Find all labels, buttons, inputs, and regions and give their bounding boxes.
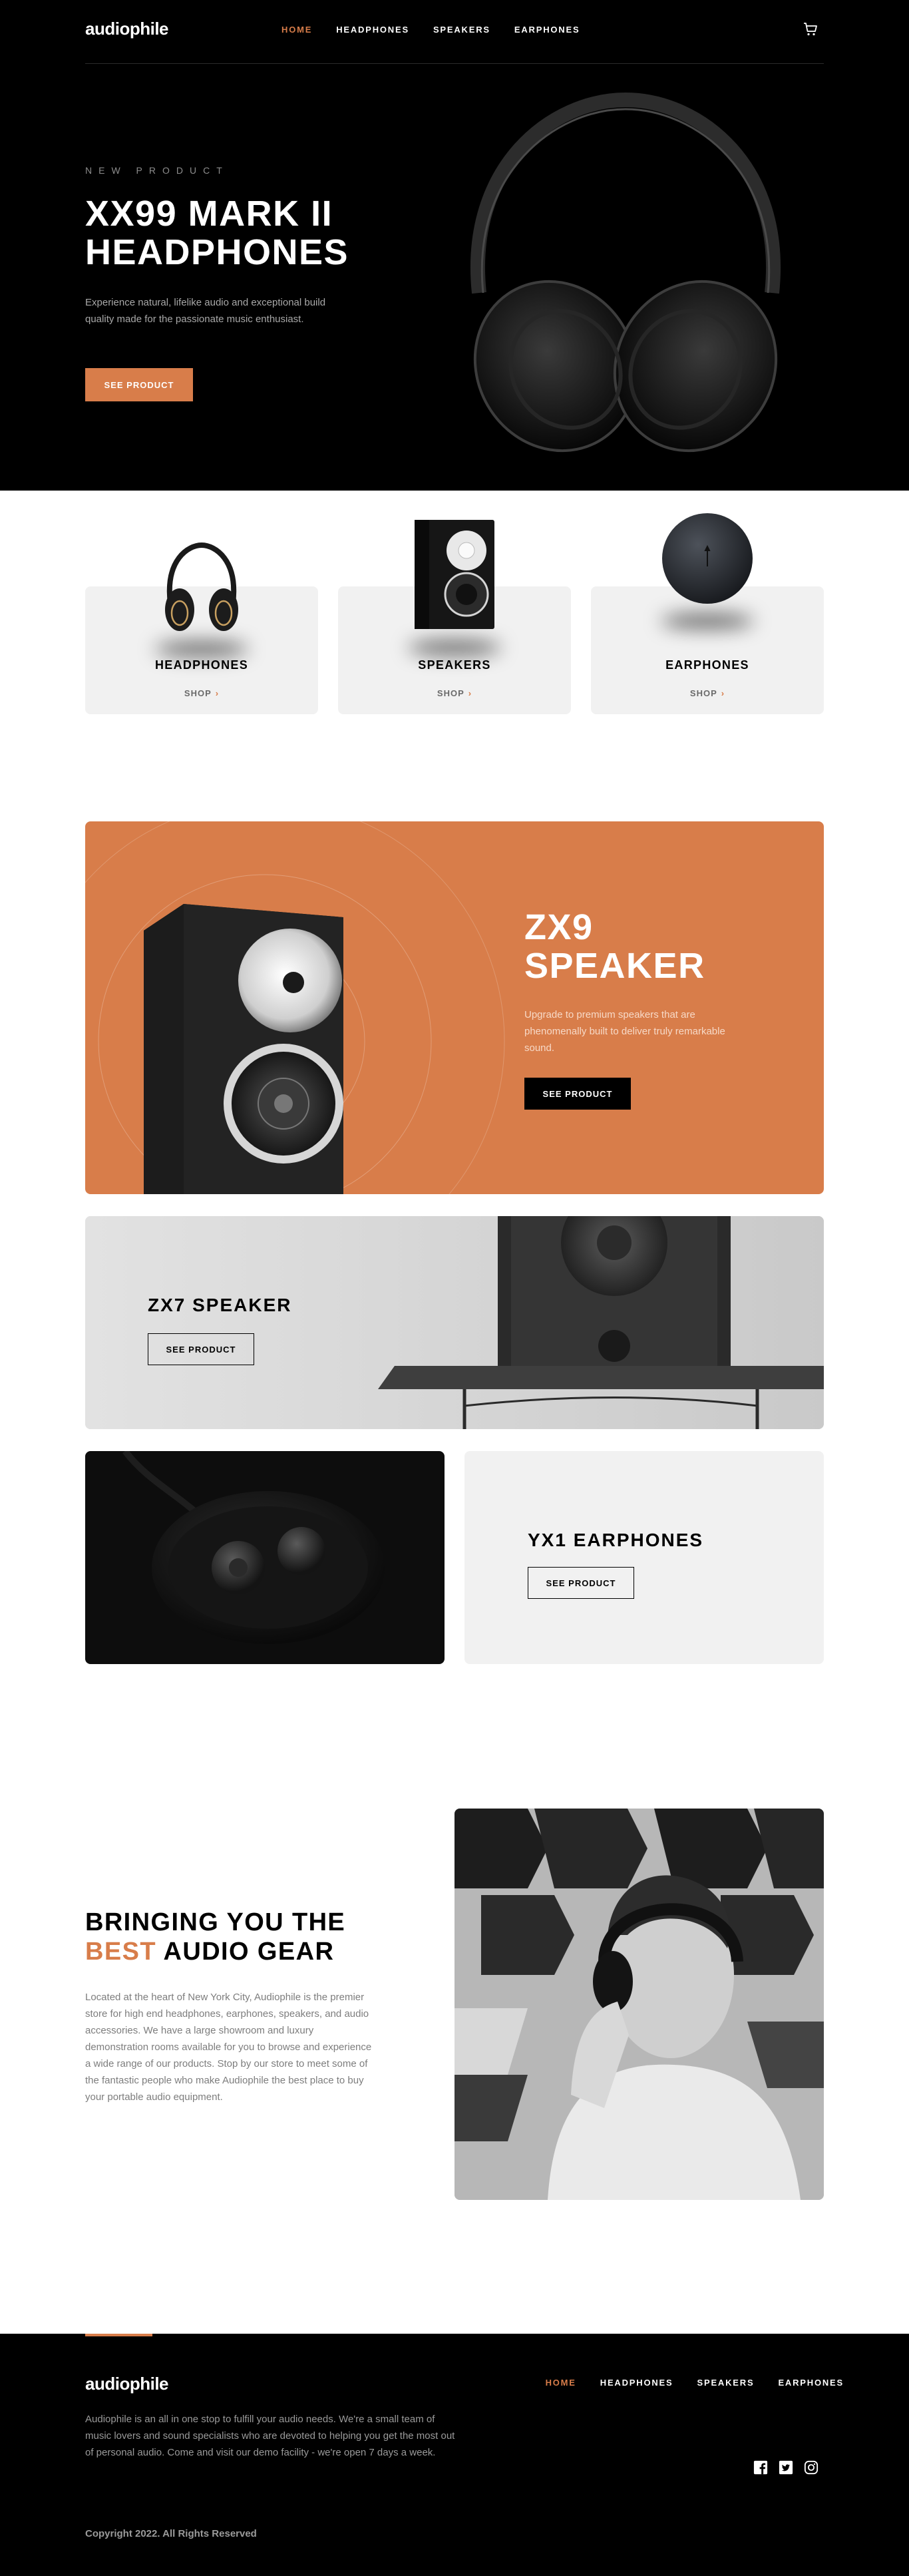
hero-description: Experience natural, lifelike audio and e… [85, 297, 326, 325]
social-links [753, 2460, 818, 2475]
cart-icon[interactable] [803, 21, 818, 37]
about-title-post: AUDIO GEAR [163, 1938, 335, 1966]
footer-link-speakers[interactable]: SPEAKERS [697, 2378, 755, 2388]
about-title-accent: BEST [85, 1938, 156, 1966]
yx1-earphones-image [85, 1451, 445, 1664]
footer: audiophile HOME HEADPHONES SPEAKERS EARP… [0, 2334, 909, 2576]
zx9-promo: ZX9 SPEAKER Upgrade to premium speakers … [85, 821, 824, 1194]
nav-link-home[interactable]: HOME [281, 25, 312, 35]
footer-link-headphones[interactable]: HEADPHONES [600, 2378, 673, 2388]
nav-link-headphones[interactable]: HEADPHONES [336, 25, 409, 35]
zx7-see-product-button[interactable]: SEE PRODUCT [148, 1333, 254, 1365]
nav-links: HOME HEADPHONES SPEAKERS EARPHONES [281, 25, 580, 35]
hero-title: XX99 MARK II HEADPHONES [85, 194, 349, 272]
shop-label: SHOP [437, 688, 464, 698]
category-shop-link[interactable]: SHOP › [85, 688, 318, 698]
hero-section: audiophile HOME HEADPHONES SPEAKERS EARP… [0, 0, 909, 491]
instagram-icon[interactable] [804, 2460, 818, 2475]
zx9-description: Upgrade to premium speakers that are phe… [524, 1009, 725, 1054]
earphones-category-image [662, 513, 753, 604]
chevron-right-icon: › [468, 688, 472, 698]
copyright: Copyright 2022. All Rights Reserved [85, 2528, 257, 2539]
footer-link-home[interactable]: HOME [546, 2378, 576, 2388]
hero-see-product-button[interactable]: SEE PRODUCT [85, 368, 193, 401]
zx9-title: ZX9 SPEAKER [524, 907, 705, 986]
zx7-promo: ZX7 SPEAKER SEE PRODUCT [85, 1216, 824, 1429]
footer-links: HOME HEADPHONES SPEAKERS EARPHONES [546, 2378, 844, 2388]
shop-label: SHOP [689, 688, 717, 698]
zx7-speaker-image [85, 1216, 824, 1429]
category-card-speakers[interactable]: SPEAKERS SHOP › [338, 520, 571, 714]
yx1-promo: YX1 EARPHONES SEE PRODUCT [464, 1451, 824, 1664]
chevron-right-icon: › [215, 688, 220, 698]
twitter-icon[interactable] [779, 2460, 793, 2475]
footer-logo[interactable]: audiophile [85, 2374, 169, 2394]
category-card-headphones[interactable]: HEADPHONES SHOP › [85, 542, 318, 714]
footer-accent-bar [85, 2334, 152, 2336]
chevron-right-icon: › [721, 688, 725, 698]
nav-link-earphones[interactable]: EARPHONES [514, 25, 580, 35]
portrait-graphic [454, 1809, 824, 2200]
zx9-speaker-image [144, 904, 343, 1194]
category-name: HEADPHONES [154, 658, 249, 672]
headphones-category-image [165, 542, 238, 631]
yx1-title: YX1 EARPHONES [528, 1530, 704, 1550]
facebook-icon[interactable] [753, 2460, 768, 2475]
category-shop-link[interactable]: SHOP › [591, 688, 824, 698]
category-card-earphones[interactable]: EARPHONES SHOP › [591, 513, 824, 714]
footer-link-earphones[interactable]: EARPHONES [778, 2378, 844, 2388]
hero-eyebrow: NEW PRODUCT [85, 165, 229, 176]
earphones-case-graphic [122, 1451, 385, 1644]
footer-description: Audiophile is an all in one stop to fulf… [85, 2414, 455, 2458]
zx9-see-product-button[interactable]: SEE PRODUCT [524, 1078, 631, 1110]
category-name: SPEAKERS [418, 658, 491, 672]
logo[interactable]: audiophile [85, 19, 169, 39]
nav-link-speakers[interactable]: SPEAKERS [433, 25, 490, 35]
category-name: EARPHONES [665, 658, 749, 672]
about-title-pre: BRINGING YOU THE [85, 1908, 346, 1936]
top-nav: audiophile HOME HEADPHONES SPEAKERS EARP… [85, 0, 824, 64]
category-shop-link[interactable]: SHOP › [338, 688, 571, 698]
about-title: BRINGING YOU THE BEST AUDIO GEAR [85, 1908, 391, 1966]
yx1-see-product-button[interactable]: SEE PRODUCT [528, 1567, 634, 1599]
about-description: Located at the heart of New York City, A… [85, 1992, 372, 2103]
zx7-title: ZX7 SPEAKER [148, 1295, 292, 1315]
shop-label: SHOP [184, 688, 212, 698]
man-with-headphones-image [454, 1809, 824, 2200]
headphones-hero-image [470, 92, 781, 453]
speaker-category-image [415, 520, 494, 629]
